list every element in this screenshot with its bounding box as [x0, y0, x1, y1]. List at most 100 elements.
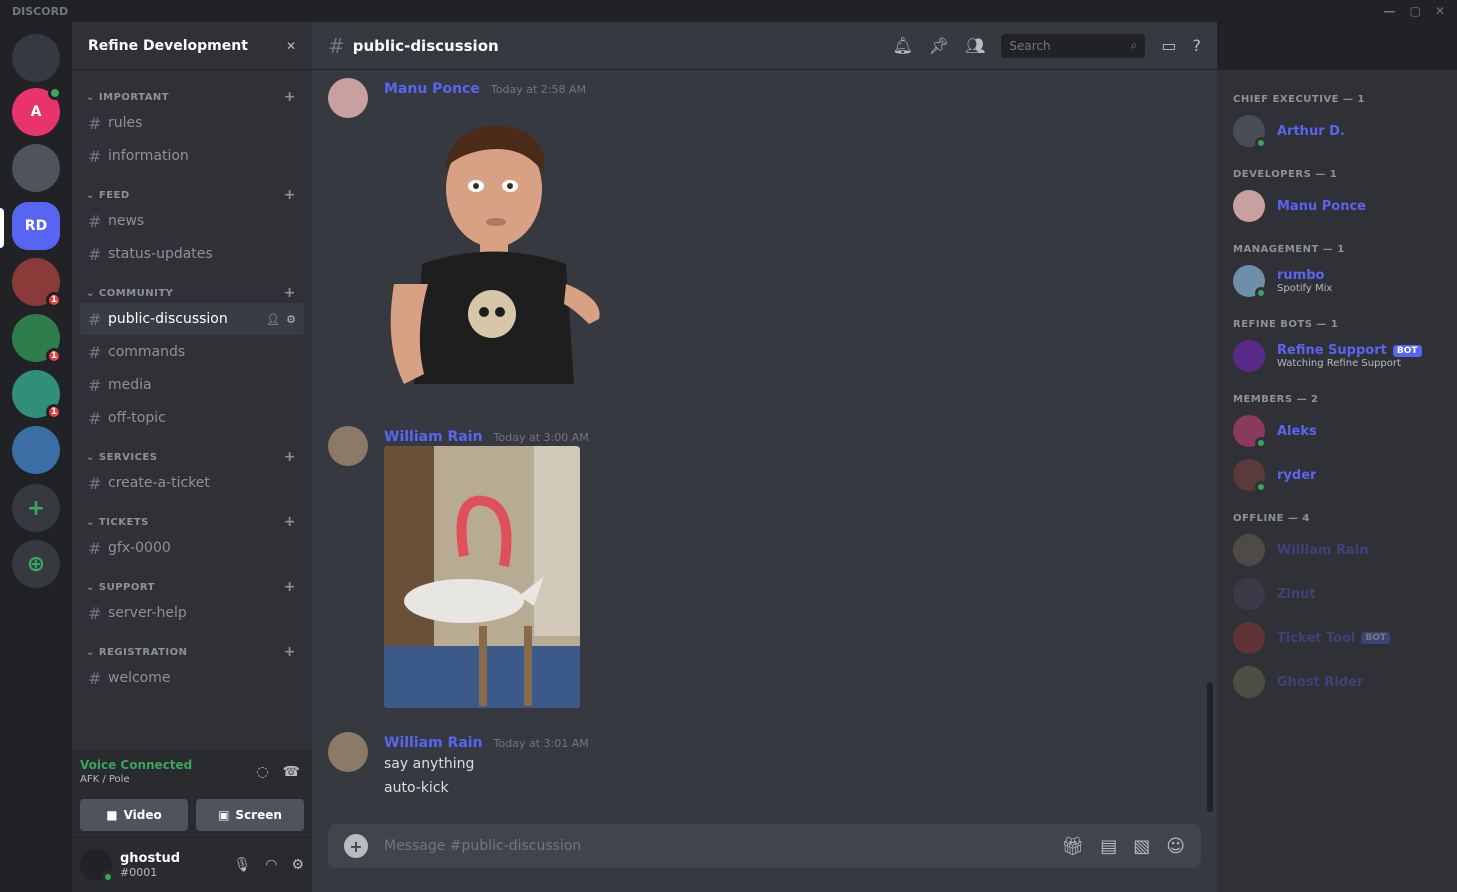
- minimize-icon[interactable]: —: [1384, 4, 1396, 18]
- avatar[interactable]: [80, 849, 114, 883]
- channel-category[interactable]: ⌄ SUPPORT +: [72, 578, 312, 596]
- server-folder-icon[interactable]: 1: [12, 314, 62, 364]
- member-item[interactable]: Ghost Rider: [1225, 660, 1449, 704]
- channel-rules[interactable]: # rules: [80, 107, 304, 139]
- video-button[interactable]: ■ Video: [80, 799, 188, 831]
- hash-icon: #: [328, 33, 345, 58]
- hash-icon: #: [88, 244, 102, 264]
- discord-home-icon[interactable]: [12, 34, 60, 82]
- maximize-icon[interactable]: ▢: [1410, 4, 1421, 18]
- channel-name: create-a-ticket: [108, 475, 210, 491]
- member-item[interactable]: Arthur D.: [1225, 109, 1449, 153]
- server-folder-icon[interactable]: 1: [12, 370, 62, 420]
- settings-gear-icon[interactable]: ⚙: [286, 313, 296, 326]
- screen-share-button[interactable]: ▣ Screen: [196, 799, 304, 831]
- member-item[interactable]: Refine Support BOT Watching Refine Support: [1225, 334, 1449, 378]
- channel-server-help[interactable]: # server-help: [80, 597, 304, 629]
- message-author[interactable]: Manu Ponce: [384, 81, 480, 97]
- member-group-header: REFINE BOTS — 1: [1233, 319, 1339, 330]
- help-icon[interactable]: ?: [1193, 36, 1202, 55]
- message-composer[interactable]: + Message #public-discussion 🎁︎ ▤ ▧ ☺: [328, 824, 1201, 868]
- message-timestamp: Today at 3:01 AM: [493, 737, 589, 750]
- channel-name: welcome: [108, 670, 171, 686]
- avatar[interactable]: [328, 426, 368, 466]
- disconnect-icon[interactable]: ☎: [283, 764, 300, 780]
- member-list-icon[interactable]: 👥︎: [965, 36, 985, 55]
- add-server-icon[interactable]: +: [12, 484, 60, 532]
- avatar[interactable]: [328, 78, 368, 118]
- user-panel: ghostud #0001 🎙︎ ◠ ⚙: [72, 838, 312, 892]
- scrollbar[interactable]: [1207, 682, 1213, 812]
- channel-welcome[interactable]: # welcome: [80, 662, 304, 694]
- close-icon[interactable]: ✕: [1435, 4, 1445, 18]
- channel-create-a-ticket[interactable]: # create-a-ticket: [80, 467, 304, 499]
- attachment-image[interactable]: [384, 446, 580, 708]
- server-folder-icon[interactable]: [12, 426, 60, 474]
- avatar[interactable]: [328, 732, 368, 772]
- sticker-image[interactable]: [384, 114, 604, 394]
- channel-media[interactable]: # media: [80, 369, 304, 401]
- sticker-icon[interactable]: ▧: [1133, 836, 1150, 857]
- invite-icon[interactable]: 👤︎: [266, 313, 280, 326]
- channel-category[interactable]: ⌄ REGISTRATION +: [72, 643, 312, 661]
- category-name: FEED: [98, 189, 130, 201]
- create-channel-icon[interactable]: +: [284, 579, 296, 595]
- create-channel-icon[interactable]: +: [284, 449, 296, 465]
- voice-panel: Voice Connected AFK / Pole ◌ ☎ ■ Video ▣ S…: [72, 750, 312, 838]
- channel-information[interactable]: # information: [80, 140, 304, 172]
- title-bar: DISCORD — ▢ ✕: [0, 0, 1457, 22]
- noise-suppression-icon[interactable]: ◌: [256, 764, 268, 780]
- server-a-icon[interactable]: A: [12, 86, 62, 136]
- notification-bell-icon[interactable]: 🔔︎: [892, 36, 912, 55]
- chevron-down-icon: ⌄: [86, 581, 95, 593]
- channel-category[interactable]: ⌄ SERVICES +: [72, 448, 312, 466]
- member-item[interactable]: Zinut: [1225, 572, 1449, 616]
- member-item[interactable]: William Rain: [1225, 528, 1449, 572]
- gif-icon[interactable]: ▤: [1100, 836, 1117, 857]
- member-group-header: OFFLINE — 4: [1233, 513, 1310, 524]
- server-folder-icon[interactable]: 1: [12, 258, 62, 308]
- create-channel-icon[interactable]: +: [284, 89, 296, 105]
- category-name: SERVICES: [98, 451, 158, 463]
- gift-icon[interactable]: 🎁︎: [1061, 836, 1084, 857]
- message-author[interactable]: William Rain: [384, 735, 483, 751]
- selected-server-indicator: [0, 208, 4, 248]
- member-item[interactable]: Ticket Tool BOT: [1225, 616, 1449, 660]
- member-name: Aleks: [1277, 423, 1317, 439]
- member-name: Ticket Tool BOT: [1277, 631, 1390, 646]
- settings-gear-icon[interactable]: ⚙: [291, 857, 304, 873]
- channel-category[interactable]: ⌄ COMMUNITY +: [72, 284, 312, 302]
- channel-name: status-updates: [108, 246, 213, 262]
- channel-status-updates[interactable]: # status-updates: [80, 238, 304, 270]
- explore-servers-icon[interactable]: ⊕: [12, 540, 60, 588]
- pin-icon[interactable]: 📌︎: [929, 36, 949, 55]
- channel-category[interactable]: ⌄ IMPORTANT +: [72, 88, 312, 106]
- channel-public-discussion[interactable]: # public-discussion 👤︎ ⚙: [80, 303, 304, 335]
- create-channel-icon[interactable]: +: [284, 644, 296, 660]
- channel-category[interactable]: ⌄ FEED +: [72, 186, 312, 204]
- create-channel-icon[interactable]: +: [284, 514, 296, 530]
- member-item[interactable]: ryder: [1225, 453, 1449, 497]
- server-photo-icon[interactable]: [12, 144, 60, 192]
- member-item[interactable]: Manu Ponce: [1225, 184, 1449, 228]
- member-item[interactable]: rumbo Spotify Mix: [1225, 259, 1449, 303]
- headphones-icon[interactable]: ◠: [265, 857, 277, 873]
- channel-gfx-0000[interactable]: # gfx-0000: [80, 532, 304, 564]
- guild-header[interactable]: Refine Development ✕: [72, 22, 312, 70]
- upload-plus-icon[interactable]: +: [344, 834, 368, 858]
- create-channel-icon[interactable]: +: [284, 285, 296, 301]
- channel-off-topic[interactable]: # off-topic: [80, 402, 304, 434]
- status-indicator: [1255, 437, 1267, 449]
- inbox-icon[interactable]: ▭: [1161, 36, 1176, 55]
- status-indicator: [1255, 287, 1267, 299]
- refine-dev-server-icon[interactable]: RD: [12, 202, 60, 250]
- member-item[interactable]: Aleks: [1225, 409, 1449, 453]
- channel-news[interactable]: # news: [80, 205, 304, 237]
- channel-commands[interactable]: # commands: [80, 336, 304, 368]
- create-channel-icon[interactable]: +: [284, 187, 296, 203]
- channel-category[interactable]: ⌄ TICKETS +: [72, 513, 312, 531]
- microphone-icon[interactable]: 🎙︎: [233, 857, 251, 873]
- message-author[interactable]: William Rain: [384, 429, 483, 445]
- search-input[interactable]: Search ⌕: [1001, 33, 1146, 58]
- emoji-icon[interactable]: ☺: [1166, 836, 1185, 857]
